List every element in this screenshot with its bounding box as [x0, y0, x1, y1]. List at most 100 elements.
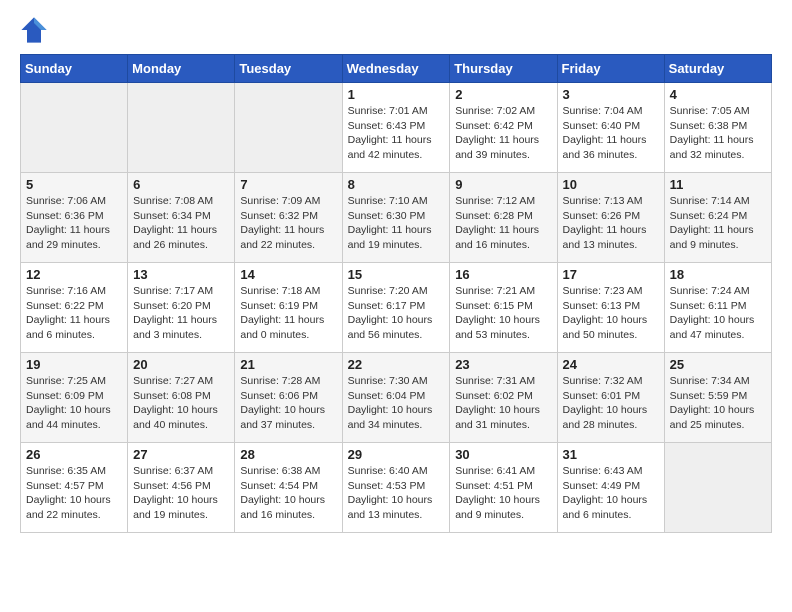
calendar-cell: 11 Sunrise: 7:14 AMSunset: 6:24 PMDayligh…: [664, 173, 771, 263]
day-number: 16: [455, 267, 551, 282]
day-number: 14: [240, 267, 336, 282]
day-info: Sunrise: 6:43 AMSunset: 4:49 PMDaylight:…: [563, 464, 659, 523]
weekday-header: Wednesday: [342, 55, 450, 83]
day-number: 1: [348, 87, 445, 102]
calendar-cell: 26 Sunrise: 6:35 AMSunset: 4:57 PMDayligh…: [21, 443, 128, 533]
day-info: Sunrise: 7:04 AMSunset: 6:40 PMDaylight:…: [563, 104, 659, 163]
calendar-cell: 6 Sunrise: 7:08 AMSunset: 6:34 PMDaylight…: [128, 173, 235, 263]
day-number: 5: [26, 177, 122, 192]
calendar-cell: 23 Sunrise: 7:31 AMSunset: 6:02 PMDayligh…: [450, 353, 557, 443]
calendar-cell: 25Sunrise: 7:34 AMSunset: 5:59 PMDayligh…: [664, 353, 771, 443]
calendar-cell: 9 Sunrise: 7:12 AMSunset: 6:28 PMDaylight…: [450, 173, 557, 263]
weekday-header: Saturday: [664, 55, 771, 83]
day-info: Sunrise: 7:16 AMSunset: 6:22 PMDaylight:…: [26, 284, 122, 343]
weekday-header: Tuesday: [235, 55, 342, 83]
calendar-cell: 16Sunrise: 7:21 AMSunset: 6:15 PMDayligh…: [450, 263, 557, 353]
calendar-cell: [664, 443, 771, 533]
day-info: Sunrise: 7:31 AMSunset: 6:02 PMDaylight:…: [455, 374, 551, 433]
day-info: Sunrise: 6:37 AMSunset: 4:56 PMDaylight:…: [133, 464, 229, 523]
day-number: 12: [26, 267, 122, 282]
day-number: 4: [670, 87, 766, 102]
calendar-week-row: 1 Sunrise: 7:01 AMSunset: 6:43 PMDaylight…: [21, 83, 772, 173]
day-info: Sunrise: 6:41 AMSunset: 4:51 PMDaylight:…: [455, 464, 551, 523]
logo: [20, 16, 50, 44]
calendar-cell: 19Sunrise: 7:25 AMSunset: 6:09 PMDayligh…: [21, 353, 128, 443]
day-info: Sunrise: 7:25 AMSunset: 6:09 PMDaylight:…: [26, 374, 122, 433]
day-info: Sunrise: 7:08 AMSunset: 6:34 PMDaylight:…: [133, 194, 229, 253]
day-info: Sunrise: 7:01 AMSunset: 6:43 PMDaylight:…: [348, 104, 445, 163]
calendar-cell: 21Sunrise: 7:28 AMSunset: 6:06 PMDayligh…: [235, 353, 342, 443]
page: SundayMondayTuesdayWednesdayThursdayFrid…: [0, 0, 792, 553]
day-number: 13: [133, 267, 229, 282]
weekday-header: Monday: [128, 55, 235, 83]
day-number: 8: [348, 177, 445, 192]
calendar-cell: 22 Sunrise: 7:30 AMSunset: 6:04 PMDayligh…: [342, 353, 450, 443]
calendar-cell: 7Sunrise: 7:09 AMSunset: 6:32 PMDaylight…: [235, 173, 342, 263]
day-info: Sunrise: 7:20 AMSunset: 6:17 PMDaylight:…: [348, 284, 445, 343]
calendar-week-row: 19Sunrise: 7:25 AMSunset: 6:09 PMDayligh…: [21, 353, 772, 443]
calendar-cell: 15 Sunrise: 7:20 AMSunset: 6:17 PMDayligh…: [342, 263, 450, 353]
day-number: 6: [133, 177, 229, 192]
calendar-week-row: 12 Sunrise: 7:16 AMSunset: 6:22 PMDayligh…: [21, 263, 772, 353]
day-info: Sunrise: 7:09 AMSunset: 6:32 PMDaylight:…: [240, 194, 336, 253]
day-info: Sunrise: 7:32 AMSunset: 6:01 PMDaylight:…: [563, 374, 659, 433]
day-info: Sunrise: 7:23 AMSunset: 6:13 PMDaylight:…: [563, 284, 659, 343]
day-number: 30: [455, 447, 551, 462]
day-number: 23: [455, 357, 551, 372]
calendar-week-row: 5 Sunrise: 7:06 AMSunset: 6:36 PMDaylight…: [21, 173, 772, 263]
day-number: 18: [670, 267, 766, 282]
calendar-cell: 10 Sunrise: 7:13 AMSunset: 6:26 PMDayligh…: [557, 173, 664, 263]
day-number: 21: [240, 357, 336, 372]
day-info: Sunrise: 7:17 AMSunset: 6:20 PMDaylight:…: [133, 284, 229, 343]
day-info: Sunrise: 7:10 AMSunset: 6:30 PMDaylight:…: [348, 194, 445, 253]
day-info: Sunrise: 6:38 AMSunset: 4:54 PMDaylight:…: [240, 464, 336, 523]
day-number: 10: [563, 177, 659, 192]
calendar-cell: 4 Sunrise: 7:05 AMSunset: 6:38 PMDaylight…: [664, 83, 771, 173]
calendar-cell: 13 Sunrise: 7:17 AMSunset: 6:20 PMDayligh…: [128, 263, 235, 353]
calendar-cell: 2Sunrise: 7:02 AMSunset: 6:42 PMDaylight…: [450, 83, 557, 173]
day-number: 9: [455, 177, 551, 192]
calendar-cell: [235, 83, 342, 173]
weekday-header: Thursday: [450, 55, 557, 83]
calendar-cell: 3 Sunrise: 7:04 AMSunset: 6:40 PMDaylight…: [557, 83, 664, 173]
day-number: 31: [563, 447, 659, 462]
header: [20, 16, 772, 44]
day-info: Sunrise: 7:12 AMSunset: 6:28 PMDaylight:…: [455, 194, 551, 253]
day-info: Sunrise: 7:18 AMSunset: 6:19 PMDaylight:…: [240, 284, 336, 343]
day-number: 20: [133, 357, 229, 372]
day-number: 29: [348, 447, 445, 462]
calendar-cell: 1 Sunrise: 7:01 AMSunset: 6:43 PMDaylight…: [342, 83, 450, 173]
calendar-header-row: SundayMondayTuesdayWednesdayThursdayFrid…: [21, 55, 772, 83]
day-info: Sunrise: 6:40 AMSunset: 4:53 PMDaylight:…: [348, 464, 445, 523]
day-info: Sunrise: 7:24 AMSunset: 6:11 PMDaylight:…: [670, 284, 766, 343]
day-info: Sunrise: 7:13 AMSunset: 6:26 PMDaylight:…: [563, 194, 659, 253]
day-number: 15: [348, 267, 445, 282]
day-number: 27: [133, 447, 229, 462]
calendar-week-row: 26 Sunrise: 6:35 AMSunset: 4:57 PMDayligh…: [21, 443, 772, 533]
calendar-cell: 8 Sunrise: 7:10 AMSunset: 6:30 PMDaylight…: [342, 173, 450, 263]
day-number: 3: [563, 87, 659, 102]
calendar-cell: 12 Sunrise: 7:16 AMSunset: 6:22 PMDayligh…: [21, 263, 128, 353]
calendar-cell: 29 Sunrise: 6:40 AMSunset: 4:53 PMDayligh…: [342, 443, 450, 533]
day-number: 17: [563, 267, 659, 282]
day-number: 22: [348, 357, 445, 372]
calendar-cell: [21, 83, 128, 173]
calendar-cell: 30 Sunrise: 6:41 AMSunset: 4:51 PMDayligh…: [450, 443, 557, 533]
day-number: 24: [563, 357, 659, 372]
day-info: Sunrise: 7:30 AMSunset: 6:04 PMDaylight:…: [348, 374, 445, 433]
day-info: Sunrise: 7:05 AMSunset: 6:38 PMDaylight:…: [670, 104, 766, 163]
day-number: 28: [240, 447, 336, 462]
day-info: Sunrise: 6:35 AMSunset: 4:57 PMDaylight:…: [26, 464, 122, 523]
calendar-cell: 20 Sunrise: 7:27 AMSunset: 6:08 PMDayligh…: [128, 353, 235, 443]
calendar-cell: 5 Sunrise: 7:06 AMSunset: 6:36 PMDaylight…: [21, 173, 128, 263]
day-number: 11: [670, 177, 766, 192]
day-info: Sunrise: 7:06 AMSunset: 6:36 PMDaylight:…: [26, 194, 122, 253]
day-number: 26: [26, 447, 122, 462]
calendar-cell: [128, 83, 235, 173]
calendar-cell: 31 Sunrise: 6:43 AMSunset: 4:49 PMDayligh…: [557, 443, 664, 533]
weekday-header: Friday: [557, 55, 664, 83]
day-info: Sunrise: 7:34 AMSunset: 5:59 PMDaylight:…: [670, 374, 766, 433]
day-info: Sunrise: 7:14 AMSunset: 6:24 PMDaylight:…: [670, 194, 766, 253]
logo-icon: [20, 16, 48, 44]
day-info: Sunrise: 7:27 AMSunset: 6:08 PMDaylight:…: [133, 374, 229, 433]
